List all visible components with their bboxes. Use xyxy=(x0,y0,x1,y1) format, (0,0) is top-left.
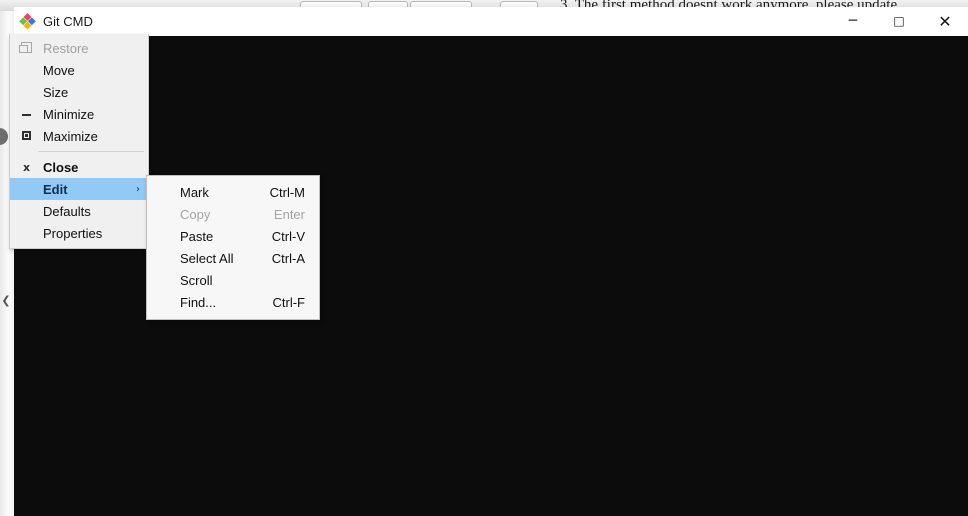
collapse-chevron-icon[interactable]: ❮ xyxy=(0,293,12,309)
menu-item-label: Close xyxy=(43,159,79,175)
submenu-item-label: Mark xyxy=(180,184,209,200)
menu-item-properties[interactable]: Properties xyxy=(10,222,148,244)
menu-item-label: Maximize xyxy=(43,128,98,144)
window-close-button[interactable]: ✕ xyxy=(922,7,968,36)
window-maximize-button[interactable]: □ xyxy=(876,7,922,36)
window-title: Git CMD xyxy=(43,14,93,29)
menu-item-label: Minimize xyxy=(43,106,95,122)
menu-item-move[interactable]: Move xyxy=(10,59,148,81)
scroll-handle-circle[interactable] xyxy=(0,128,8,145)
menu-item-size[interactable]: Size xyxy=(10,81,148,103)
menu-item-label: Edit xyxy=(43,181,68,197)
submenu-item-shortcut: Ctrl-A xyxy=(271,250,305,266)
window-minimize-button[interactable]: ─ xyxy=(830,7,876,36)
menu-item-restore[interactable]: Restore xyxy=(10,37,148,59)
submenu-item-scroll[interactable]: Scroll xyxy=(147,269,319,291)
menu-item-edit[interactable]: Edit › xyxy=(10,178,148,200)
submenu-item-shortcut: Enter xyxy=(273,206,305,222)
menu-item-defaults[interactable]: Defaults xyxy=(10,200,148,222)
maximize-icon xyxy=(10,130,43,143)
window-titlebar[interactable]: Git CMD ─ □ ✕ xyxy=(14,7,968,37)
chevron-right-icon: › xyxy=(136,183,140,195)
menu-item-maximize[interactable]: Maximize xyxy=(10,125,148,147)
submenu-item-copy[interactable]: Copy Enter xyxy=(147,203,319,225)
submenu-item-select-all[interactable]: Select All Ctrl-A xyxy=(147,247,319,269)
menu-item-minimize[interactable]: Minimize xyxy=(10,103,148,125)
submenu-item-paste[interactable]: Paste Ctrl-V xyxy=(147,225,319,247)
menu-item-label: Move xyxy=(43,62,75,78)
menu-item-close[interactable]: x Close xyxy=(10,156,148,178)
system-menu[interactable]: Restore Move Size Minimize Maximize x Cl… xyxy=(9,34,149,249)
submenu-item-label: Paste xyxy=(180,228,214,244)
menu-item-label: Restore xyxy=(43,40,89,56)
submenu-item-shortcut: Ctrl-V xyxy=(271,228,305,244)
close-icon: x xyxy=(22,160,31,174)
submenu-item-shortcut: Ctrl-F xyxy=(272,294,306,310)
submenu-item-label: Find... xyxy=(180,294,217,310)
git-diamond-icon xyxy=(19,13,36,30)
minimize-icon xyxy=(10,108,43,121)
submenu-item-label: Scroll xyxy=(180,272,213,288)
submenu-item-label: Select All xyxy=(180,250,234,266)
submenu-item-label: Copy xyxy=(180,206,211,222)
submenu-item-find[interactable]: Find... Ctrl-F xyxy=(147,291,319,313)
menu-item-label: Properties xyxy=(43,225,103,241)
submenu-item-mark[interactable]: Mark Ctrl-M xyxy=(147,181,319,203)
menu-item-label: Size xyxy=(43,84,69,100)
submenu-item-shortcut: Ctrl-M xyxy=(269,184,305,200)
menu-item-label: Defaults xyxy=(43,203,91,219)
edit-submenu[interactable]: Mark Ctrl-M Copy Enter Paste Ctrl-V Sele… xyxy=(146,175,320,320)
menu-separator xyxy=(38,151,144,152)
restore-icon xyxy=(10,40,43,56)
